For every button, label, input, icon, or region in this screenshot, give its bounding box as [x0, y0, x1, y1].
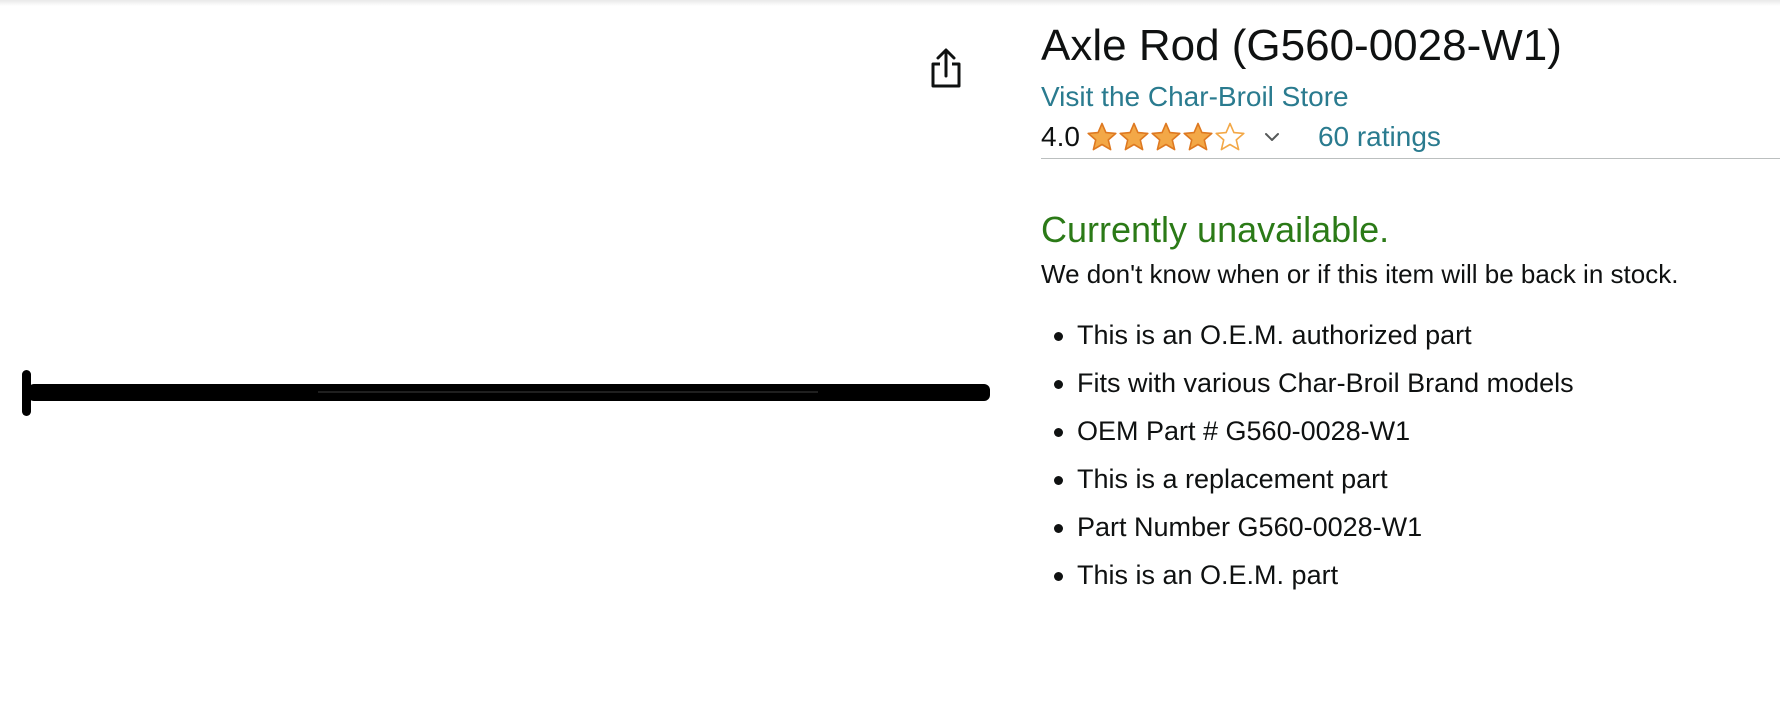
chevron-down-icon[interactable] [1260, 125, 1284, 149]
star-rating[interactable] [1086, 121, 1246, 153]
rating-row: 4.0 60 ratings [1041, 116, 1780, 158]
share-icon [931, 48, 961, 88]
ratings-count-link[interactable]: 60 ratings [1318, 120, 1441, 154]
availability-status: Currently unavailable. [1041, 209, 1390, 250]
star-full-icon [1086, 121, 1118, 153]
product-info: Axle Rod (G560-0028-W1) Visit the Char-B… [1041, 14, 1780, 599]
feature-bullet: This is an O.E.M. authorized part [1041, 311, 1780, 359]
divider [1041, 158, 1780, 159]
product-title: Axle Rod (G560-0028-W1) [1041, 21, 1562, 70]
feature-bullets: This is an O.E.M. authorized part Fits w… [1041, 311, 1780, 599]
share-button[interactable] [926, 46, 966, 90]
product-image-axle-rod[interactable] [18, 362, 998, 422]
stock-note: We don't know when or if this item will … [1041, 259, 1679, 289]
feature-bullet: Fits with various Char-Broil Brand model… [1041, 359, 1780, 407]
feature-bullet: Part Number G560-0028-W1 [1041, 503, 1780, 551]
feature-bullet: OEM Part # G560-0028-W1 [1041, 407, 1780, 455]
feature-bullet: This is an O.E.M. part [1041, 551, 1780, 599]
star-full-icon [1150, 121, 1182, 153]
feature-bullet: This is a replacement part [1041, 455, 1780, 503]
star-full-icon [1182, 121, 1214, 153]
star-full-icon [1118, 121, 1150, 153]
store-link[interactable]: Visit the Char-Broil Store [1041, 80, 1780, 114]
rating-value: 4.0 [1041, 121, 1080, 152]
image-gallery [0, 0, 1000, 726]
star-empty-icon [1214, 121, 1246, 153]
